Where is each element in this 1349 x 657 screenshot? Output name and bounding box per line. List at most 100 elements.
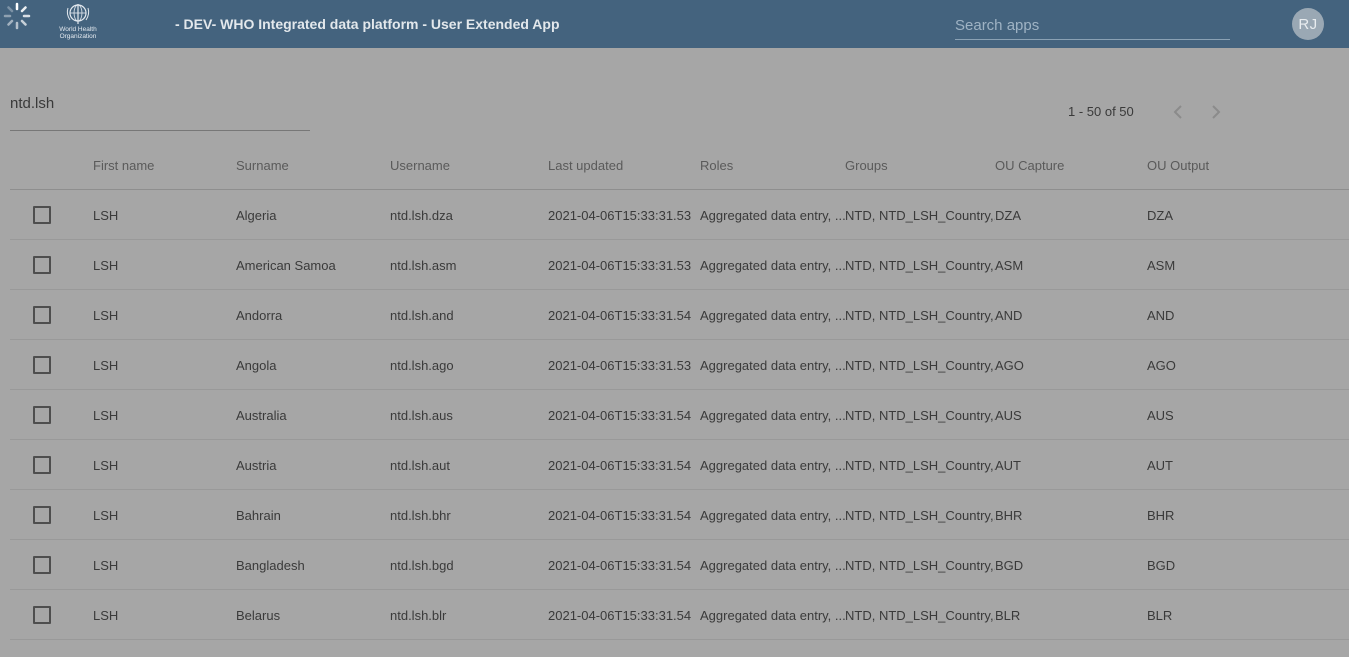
row-checkbox[interactable] [33,256,51,274]
cell-groups: NTD, NTD_LSH_Country,... [845,508,995,523]
cell-groups: NTD, NTD_LSH_Country,... [845,608,995,623]
user-avatar[interactable]: RJ [1292,8,1324,40]
cell-ou-output: AUT [1147,458,1173,473]
cell-roles: Aggregated data entry, ... [700,208,845,223]
search-apps-field [955,12,1230,40]
cell-groups: NTD, NTD_LSH_Country,... [845,358,995,373]
row-checkbox[interactable] [33,306,51,324]
cell-ou-output: ASM [1147,258,1176,273]
cell-roles: Aggregated data entry, ... [700,408,845,423]
row-checkbox[interactable] [33,456,51,474]
user-filter-field [10,88,310,131]
cell-ou-capture: BGD [995,558,1024,573]
cell-last-updated: 2021-04-06T15:33:31.53 [548,258,692,273]
cell-last-updated: 2021-04-06T15:33:31.54 [548,558,692,573]
col-header-groups[interactable]: Groups [845,158,888,173]
cell-groups: NTD, NTD_LSH_Country,... [845,458,995,473]
cell-surname: Angola [236,358,277,373]
cell-username: ntd.lsh.asm [390,258,457,273]
row-checkbox[interactable] [33,406,51,424]
cell-ou-output: BGD [1147,558,1176,573]
table-row[interactable]: LSH Australia ntd.lsh.aus 2021-04-06T15:33:… [10,390,1349,440]
cell-roles: Aggregated data entry, ... [700,458,845,473]
table-row[interactable]: LSH Bahrain ntd.lsh.bhr 2021-04-06T15:33:31… [10,490,1349,540]
pagination-label: 1 - 50 of 50 [1068,104,1134,119]
cell-surname: Bangladesh [236,558,305,573]
cell-username: ntd.lsh.ago [390,358,454,373]
col-header-ou-output[interactable]: OU Output [1147,158,1209,173]
cell-ou-output: BHR [1147,508,1175,523]
table-row[interactable]: LSH Angola ntd.lsh.ago 2021-04-06T15:33:31.… [10,340,1349,390]
cell-username: ntd.lsh.aus [390,408,453,423]
app-header: World Health Organization - DEV- WHO Int… [0,0,1349,48]
col-header-username[interactable]: Username [390,158,450,173]
cell-groups: NTD, NTD_LSH_Country,... [845,408,995,423]
cell-first-name: LSH [93,608,119,623]
cell-surname: Austria [236,458,277,473]
table-row[interactable]: LSH Austria ntd.lsh.aut 2021-04-06T15:33:31… [10,440,1349,490]
row-checkbox[interactable] [33,606,51,624]
cell-first-name: LSH [93,508,119,523]
who-logo[interactable]: World Health Organization [52,2,104,46]
cell-ou-output: AUS [1147,408,1174,423]
who-emblem-icon [66,4,90,24]
table-row[interactable]: LSH American Samoa ntd.lsh.asm 2021-04-06T1… [10,240,1349,290]
table-row[interactable]: LSH Andorra ntd.lsh.and 2021-04-06T15:33:31… [10,290,1349,340]
cell-ou-output: DZA [1147,208,1173,223]
cell-first-name: LSH [93,358,119,373]
cell-username: ntd.lsh.bgd [390,558,454,573]
table-row[interactable]: LSH Belarus ntd.lsh.blr 2021-04-06T15:33:31… [10,590,1349,640]
cell-last-updated: 2021-04-06T15:33:31.54 [548,458,692,473]
cell-ou-capture: AND [995,308,1023,323]
cell-ou-capture: BLR [995,608,1021,623]
table-header: First name Surname Username Last updated… [10,140,1349,190]
cell-ou-output: AGO [1147,358,1176,373]
cell-roles: Aggregated data entry, ... [700,308,845,323]
search-apps-input[interactable] [955,12,1230,38]
cell-last-updated: 2021-04-06T15:33:31.54 [548,508,692,523]
cell-first-name: LSH [93,258,119,273]
row-checkbox[interactable] [33,356,51,374]
cell-surname: Bahrain [236,508,281,523]
cell-ou-output: BLR [1147,608,1173,623]
chevron-left-icon[interactable] [1167,101,1189,123]
cell-ou-capture: BHR [995,508,1023,523]
users-table: First name Surname Username Last updated… [10,140,1349,640]
table-row[interactable]: LSH Bangladesh ntd.lsh.bgd 2021-04-06T15:33… [10,540,1349,590]
cell-last-updated: 2021-04-06T15:33:31.54 [548,608,692,623]
cell-username: ntd.lsh.blr [390,608,447,623]
cell-username: ntd.lsh.and [390,308,454,323]
cell-last-updated: 2021-04-06T15:33:31.53 [548,358,692,373]
cell-roles: Aggregated data entry, ... [700,558,845,573]
col-header-first-name[interactable]: First name [93,158,154,173]
col-header-last-updated[interactable]: Last updated [548,158,623,173]
cell-groups: NTD, NTD_LSH_Country,... [845,258,995,273]
cell-username: ntd.lsh.bhr [390,508,451,523]
col-header-ou-capture[interactable]: OU Capture [995,158,1064,173]
spinner-icon [0,0,34,32]
cell-ou-capture: AUS [995,408,1022,423]
row-checkbox[interactable] [33,206,51,224]
cell-surname: Algeria [236,208,277,223]
logo-text-line1: World Health [59,26,97,33]
table-body: LSH Algeria ntd.lsh.dza 2021-04-06T15:33:31… [10,190,1349,640]
col-header-surname[interactable]: Surname [236,158,289,173]
cell-roles: Aggregated data entry, ... [700,258,845,273]
cell-last-updated: 2021-04-06T15:33:31.54 [548,308,692,323]
table-row[interactable]: LSH Algeria ntd.lsh.dza 2021-04-06T15:33:31… [10,190,1349,240]
cell-username: ntd.lsh.dza [390,208,453,223]
cell-ou-output: AND [1147,308,1175,323]
app-title: - DEV- WHO Integrated data platform - Us… [175,16,560,32]
cell-ou-capture: ASM [995,258,1024,273]
row-checkbox[interactable] [33,506,51,524]
cell-ou-capture: DZA [995,208,1021,223]
cell-last-updated: 2021-04-06T15:33:31.54 [548,408,692,423]
user-filter-input[interactable] [10,88,310,118]
cell-first-name: LSH [93,408,119,423]
cell-username: ntd.lsh.aut [390,458,450,473]
chevron-right-icon[interactable] [1205,101,1227,123]
col-header-roles[interactable]: Roles [700,158,733,173]
row-checkbox[interactable] [33,556,51,574]
cell-last-updated: 2021-04-06T15:33:31.53 [548,208,692,223]
cell-surname: Belarus [236,608,281,623]
